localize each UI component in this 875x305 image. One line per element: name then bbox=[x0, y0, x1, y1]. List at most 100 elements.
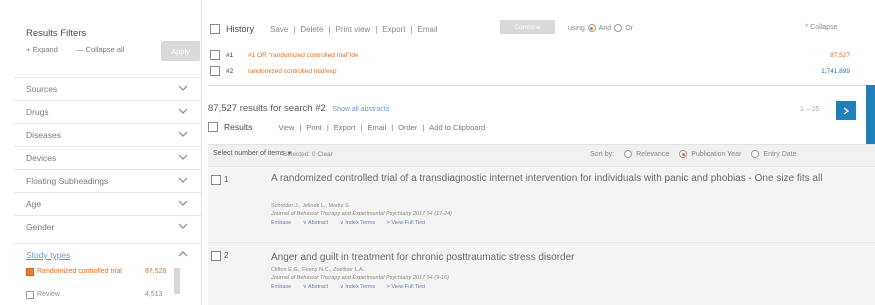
combine-operator: using And Or bbox=[568, 24, 633, 32]
embase-link[interactable]: Embase bbox=[271, 284, 291, 290]
collapse-all-link[interactable]: — Collapse all bbox=[76, 45, 124, 54]
view-full-text-link[interactable]: > View Full Text bbox=[387, 220, 425, 226]
history-row-checkbox[interactable] bbox=[210, 50, 220, 60]
history-row-query[interactable]: randomized controlled trial/exp bbox=[248, 68, 850, 75]
result-index: 1 bbox=[224, 175, 229, 184]
chevron-down-icon bbox=[178, 85, 188, 91]
next-page-button[interactable] bbox=[836, 101, 856, 120]
sort-label: Sort by: bbox=[590, 150, 615, 158]
result-item: 1 A randomized controlled trial of a tra… bbox=[208, 166, 875, 242]
option-label: Randomized controlled trial bbox=[37, 268, 122, 275]
paging-indicator: 1 – 25 bbox=[800, 106, 820, 113]
separator: | bbox=[326, 122, 329, 132]
facet-sources[interactable]: Sources bbox=[14, 77, 202, 100]
option-label: Review bbox=[37, 291, 60, 298]
collapse-history-link[interactable]: ^ Collapse bbox=[805, 24, 837, 31]
facet-label: Floating Subheadings bbox=[26, 176, 109, 186]
checkbox[interactable] bbox=[26, 291, 34, 299]
sort-relevance-label: Relevance bbox=[636, 150, 670, 158]
history-row: #2 randomized controlled trial/exp 1,741… bbox=[210, 66, 850, 76]
and-label: And bbox=[598, 24, 612, 32]
separator: | bbox=[293, 24, 296, 34]
chevron-down-icon bbox=[178, 223, 188, 229]
sidebar-title: Results Filters bbox=[26, 28, 87, 39]
sort-publication-year-radio[interactable] bbox=[679, 150, 688, 158]
result-title[interactable]: A randomized controlled trial of a trans… bbox=[271, 172, 861, 185]
facet-floating-subheadings[interactable]: Floating Subheadings bbox=[14, 169, 202, 192]
study-type-option-review[interactable]: Review 4,513 bbox=[26, 291, 196, 299]
select-number-dropdown[interactable]: Select number of items ▼ bbox=[213, 150, 293, 157]
result-journal: Journal of Behavior Therapy and Experime… bbox=[271, 275, 449, 281]
sort-entry-date-radio[interactable] bbox=[751, 150, 760, 158]
email-link[interactable]: Email bbox=[367, 123, 386, 132]
history-row-count[interactable]: 87,527 bbox=[830, 52, 850, 59]
facet-study-types[interactable]: Study types bbox=[14, 243, 202, 266]
selected-count: Selected: 0 Clear bbox=[283, 151, 333, 158]
separator: | bbox=[328, 24, 331, 34]
embase-link[interactable]: Embase bbox=[271, 220, 291, 226]
add-to-clipboard-link[interactable]: Add to Clipboard bbox=[429, 123, 485, 132]
facet-diseases[interactable]: Diseases bbox=[14, 123, 202, 146]
result-links: Embase ∨ Abstract ∨ Index Terms > View F… bbox=[271, 284, 435, 290]
view-full-text-link[interactable]: > View Full Text bbox=[387, 284, 425, 290]
history-select-all-checkbox[interactable] bbox=[210, 24, 220, 34]
view-link[interactable]: View bbox=[278, 123, 294, 132]
checkbox[interactable] bbox=[26, 268, 34, 276]
side-feedback-tab[interactable] bbox=[866, 85, 875, 150]
or-radio[interactable] bbox=[614, 24, 623, 32]
result-checkbox[interactable] bbox=[211, 175, 221, 185]
print-link[interactable]: Print bbox=[306, 123, 321, 132]
separator: | bbox=[375, 24, 378, 34]
facet-age[interactable]: Age bbox=[14, 192, 202, 215]
apply-button[interactable]: Apply bbox=[161, 41, 200, 61]
history-export-link[interactable]: Export bbox=[382, 25, 405, 34]
and-radio[interactable] bbox=[587, 24, 596, 32]
result-checkbox[interactable] bbox=[211, 251, 221, 261]
select-dropdown-label: Select number of items bbox=[213, 150, 285, 157]
result-links: Embase ∨ Abstract ∨ Index Terms > View F… bbox=[271, 220, 435, 226]
results-toolbar-label: Results bbox=[224, 122, 253, 132]
results-count-heading: 87,527 results for search #2 Show all ab… bbox=[208, 103, 389, 114]
abstract-toggle[interactable]: ∨ Abstract bbox=[303, 220, 328, 226]
history-row-query[interactable]: #1 OR "randomized controlled trial"/de bbox=[248, 52, 850, 59]
facet-drugs[interactable]: Drugs bbox=[14, 100, 202, 123]
results-filters-sidebar: Results Filters + Expand — Collapse all … bbox=[14, 0, 202, 305]
history-delete-link[interactable]: Delete bbox=[300, 25, 323, 34]
combine-button[interactable]: Combine bbox=[500, 20, 555, 34]
abstract-toggle[interactable]: ∨ Abstract bbox=[303, 284, 328, 290]
history-save-link[interactable]: Save bbox=[270, 25, 288, 34]
facet-label: Sources bbox=[26, 84, 58, 94]
results-select-all-checkbox[interactable] bbox=[208, 122, 218, 132]
export-link[interactable]: Export bbox=[334, 123, 356, 132]
history-row-count[interactable]: 1,741,899 bbox=[821, 68, 850, 75]
history-email-link[interactable]: Email bbox=[418, 25, 438, 34]
result-journal: Journal of Behavior Therapy and Experime… bbox=[271, 211, 452, 217]
history-row-checkbox[interactable] bbox=[210, 66, 220, 76]
results-count-text: 87,527 results for search #2 bbox=[208, 103, 326, 114]
sort-entry-date-label: Entry Date bbox=[763, 150, 797, 158]
using-label: using bbox=[568, 24, 585, 32]
separator: | bbox=[299, 122, 302, 132]
order-link[interactable]: Order bbox=[398, 123, 417, 132]
sort-relevance-radio[interactable] bbox=[624, 150, 633, 158]
history-title: History bbox=[226, 24, 255, 34]
history-print-view-link[interactable]: Print view bbox=[336, 25, 371, 34]
results-action-bar: Select number of items ▼ Selected: 0 Cle… bbox=[208, 144, 875, 166]
index-terms-toggle[interactable]: ∨ Index Terms bbox=[340, 220, 375, 226]
results-toolbar: Results View | Print | Export | Email | Orde… bbox=[208, 122, 485, 132]
separator: | bbox=[422, 122, 425, 132]
result-item: 2 Anger and guilt in treatment for chron… bbox=[208, 242, 875, 305]
chevron-down-icon bbox=[178, 154, 188, 160]
facet-label: Gender bbox=[26, 222, 55, 232]
expand-all-link[interactable]: + Expand bbox=[26, 45, 58, 54]
index-terms-toggle[interactable]: ∨ Index Terms bbox=[340, 284, 375, 290]
show-all-abstracts-link[interactable]: Show all abstracts bbox=[332, 106, 389, 113]
result-title[interactable]: Anger and guilt in treatment for chronic… bbox=[271, 251, 861, 264]
history-row-number: #2 bbox=[226, 67, 234, 75]
sort-publication-year-label: Publication Year bbox=[691, 150, 742, 158]
option-count: 4,513 bbox=[145, 291, 163, 298]
facet-gender[interactable]: Gender bbox=[14, 215, 202, 238]
facet-devices[interactable]: Devices bbox=[14, 146, 202, 169]
chevron-right-icon bbox=[843, 106, 849, 115]
chevron-down-icon bbox=[178, 108, 188, 114]
